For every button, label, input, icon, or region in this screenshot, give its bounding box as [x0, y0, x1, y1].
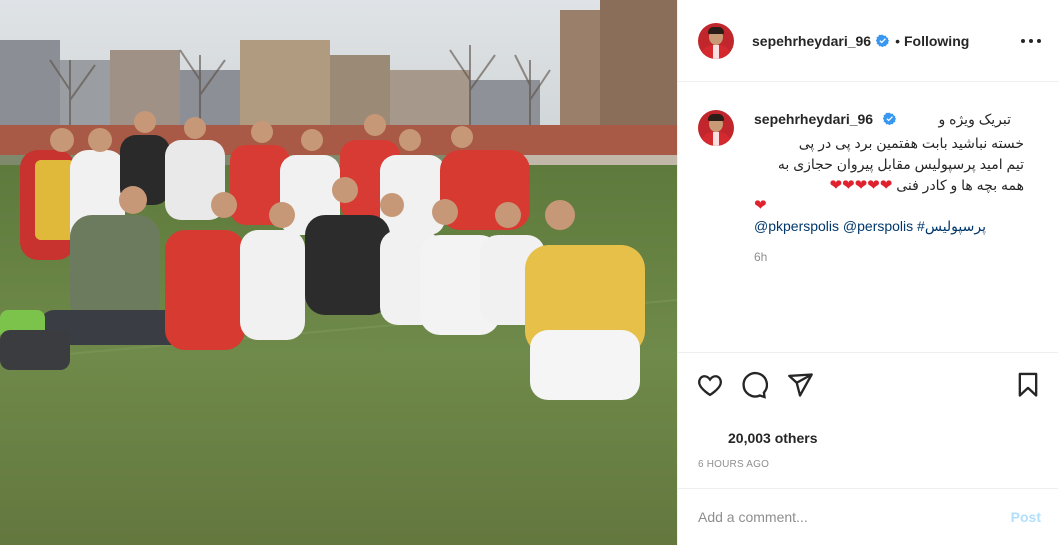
post-caption: sepehrheydari_96 تبریک ویژه و خسته نباشی… — [678, 102, 1058, 264]
verified-badge-icon — [876, 34, 890, 47]
author-username[interactable]: sepehrheydari_96 — [752, 33, 871, 49]
heart-emojis: ❤❤❤❤❤ — [829, 177, 893, 194]
caption-line-4: همه بچه ها و کادر فنی ❤❤❤❤❤ — [754, 175, 1024, 196]
comment-icon[interactable] — [740, 371, 768, 399]
following-button[interactable]: Following — [904, 33, 969, 49]
post-side-panel: sepehrheydari_96 • Following sepehrheyda… — [677, 0, 1058, 545]
separator-dot: • — [895, 32, 900, 49]
caption-body: sepehrheydari_96 تبریک ویژه و خسته نباشی… — [754, 102, 1044, 264]
paper-plane-icon[interactable] — [786, 371, 814, 399]
likes-count[interactable]: 20,003 others — [728, 430, 818, 446]
comment-input[interactable] — [698, 509, 988, 525]
caption-timestamp: 6h — [754, 250, 768, 264]
post-header: sepehrheydari_96 • Following — [678, 0, 1058, 82]
heart-emoji-single: ❤ — [754, 197, 768, 214]
caption-tags[interactable]: @pkperspolis @perspolis #پرسپولیس — [754, 216, 1044, 236]
caption-line-1: تبریک ویژه و — [938, 111, 1011, 127]
post-comment-button[interactable]: Post — [1011, 509, 1041, 525]
more-options-icon[interactable] — [1021, 33, 1041, 49]
author-avatar[interactable] — [698, 22, 734, 59]
heart-icon[interactable] — [696, 371, 724, 399]
team-photo — [0, 0, 677, 545]
post-time[interactable]: 6 HOURS AGO — [698, 459, 769, 470]
caption-avatar[interactable] — [698, 110, 734, 146]
caption-line-3: تیم امید پرسپولیس مقابل پیروان حجازی به — [777, 156, 1024, 172]
caption-line-2: خسته نباشید بابت هفتمین برد پی در پی — [798, 135, 1024, 151]
caption-line-4-text: همه بچه ها و کادر فنی — [896, 177, 1024, 193]
action-bar — [678, 352, 1058, 418]
caption-username[interactable]: sepehrheydari_96 — [754, 110, 873, 128]
comment-bar: Post — [678, 488, 1058, 545]
post-image[interactable] — [0, 0, 677, 545]
bookmark-icon[interactable] — [1014, 371, 1042, 399]
